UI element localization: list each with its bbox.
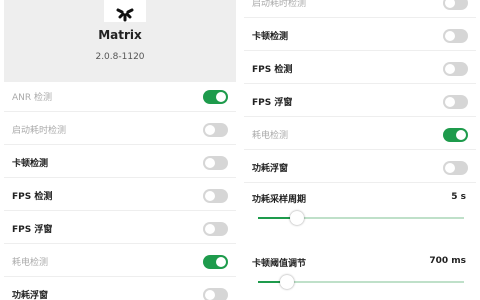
slider-track[interactable] bbox=[258, 211, 464, 225]
setting-label: 卡顿检测 bbox=[252, 32, 289, 42]
slider-value: 700 ms bbox=[429, 256, 466, 266]
setting-label: FPS 浮窗 bbox=[12, 225, 53, 235]
setting-row[interactable]: 功耗浮窗 bbox=[244, 153, 476, 183]
setting-row[interactable]: 启动耗时检测 bbox=[4, 115, 236, 145]
toggle-switch[interactable] bbox=[203, 123, 228, 137]
setting-row[interactable]: FPS 浮窗 bbox=[244, 87, 476, 117]
setting-label: ANR 检测 bbox=[12, 93, 53, 103]
lag-threshold-slider-row: 卡顿阈值调节 700 ms bbox=[244, 254, 476, 300]
toggle-switch[interactable] bbox=[203, 255, 228, 269]
app-header: Matrix 2.0.8-1120 bbox=[4, 0, 236, 82]
setting-row[interactable]: 卡顿检测 bbox=[244, 21, 476, 51]
setting-label: FPS 检测 bbox=[12, 192, 53, 202]
setting-label: 耗电检测 bbox=[252, 131, 289, 141]
loading-spinner-icon bbox=[116, 8, 134, 22]
toggle-switch[interactable] bbox=[443, 29, 468, 43]
toggle-switch[interactable] bbox=[203, 222, 228, 236]
toggle-switch[interactable] bbox=[443, 128, 468, 142]
slider-label: 卡顿阈值调节 bbox=[252, 259, 307, 269]
toggle-switch[interactable] bbox=[443, 0, 468, 10]
setting-label: FPS 浮窗 bbox=[252, 98, 293, 108]
setting-label: 启动耗时检测 bbox=[12, 126, 67, 136]
setting-label: FPS 检测 bbox=[252, 65, 293, 75]
app-logo bbox=[104, 0, 146, 22]
setting-row[interactable]: 启动耗时检测 bbox=[244, 0, 476, 18]
setting-row[interactable]: 卡顿检测 bbox=[4, 148, 236, 178]
toggle-switch[interactable] bbox=[203, 189, 228, 203]
setting-row[interactable]: 耗电检测 bbox=[4, 247, 236, 277]
toggle-switch[interactable] bbox=[443, 95, 468, 109]
slider-value: 5 s bbox=[451, 192, 466, 202]
slider-label: 功耗采样周期 bbox=[252, 195, 307, 205]
setting-row[interactable]: 耗电检测 bbox=[244, 120, 476, 150]
app-version: 2.0.8-1120 bbox=[95, 52, 145, 62]
setting-row[interactable]: FPS 检测 bbox=[4, 181, 236, 211]
setting-label: 功耗浮窗 bbox=[12, 291, 49, 300]
toggle-switch[interactable] bbox=[443, 161, 468, 175]
sampling-period-slider-row: 功耗采样周期 5 s bbox=[244, 190, 476, 246]
setting-row[interactable]: 功耗浮窗 bbox=[4, 280, 236, 300]
right-screen: 启动耗时检测 卡顿检测 FPS 检测 FPS 浮窗 耗电检测功耗浮窗 功耗采样周期 5 … bbox=[240, 0, 480, 300]
app-name: Matrix bbox=[98, 28, 142, 42]
toggle-switch[interactable] bbox=[203, 156, 228, 170]
slider-thumb[interactable] bbox=[279, 275, 294, 289]
setting-label: 启动耗时检测 bbox=[252, 0, 307, 9]
slider-thumb[interactable] bbox=[290, 211, 305, 225]
left-screen: Matrix 2.0.8-1120 ANR 检测启动耗时检测 卡顿检测 FPS 检测… bbox=[0, 0, 240, 300]
setting-row[interactable]: FPS 检测 bbox=[244, 54, 476, 84]
slider-track[interactable] bbox=[258, 275, 464, 289]
setting-label: 耗电检测 bbox=[12, 258, 49, 268]
toggle-switch[interactable] bbox=[203, 90, 228, 104]
setting-label: 功耗浮窗 bbox=[252, 164, 289, 174]
toggle-switch[interactable] bbox=[203, 288, 228, 300]
toggle-switch[interactable] bbox=[443, 62, 468, 76]
setting-row[interactable]: ANR 检测 bbox=[4, 82, 236, 112]
setting-label: 卡顿检测 bbox=[12, 159, 49, 169]
setting-row[interactable]: FPS 浮窗 bbox=[4, 214, 236, 244]
